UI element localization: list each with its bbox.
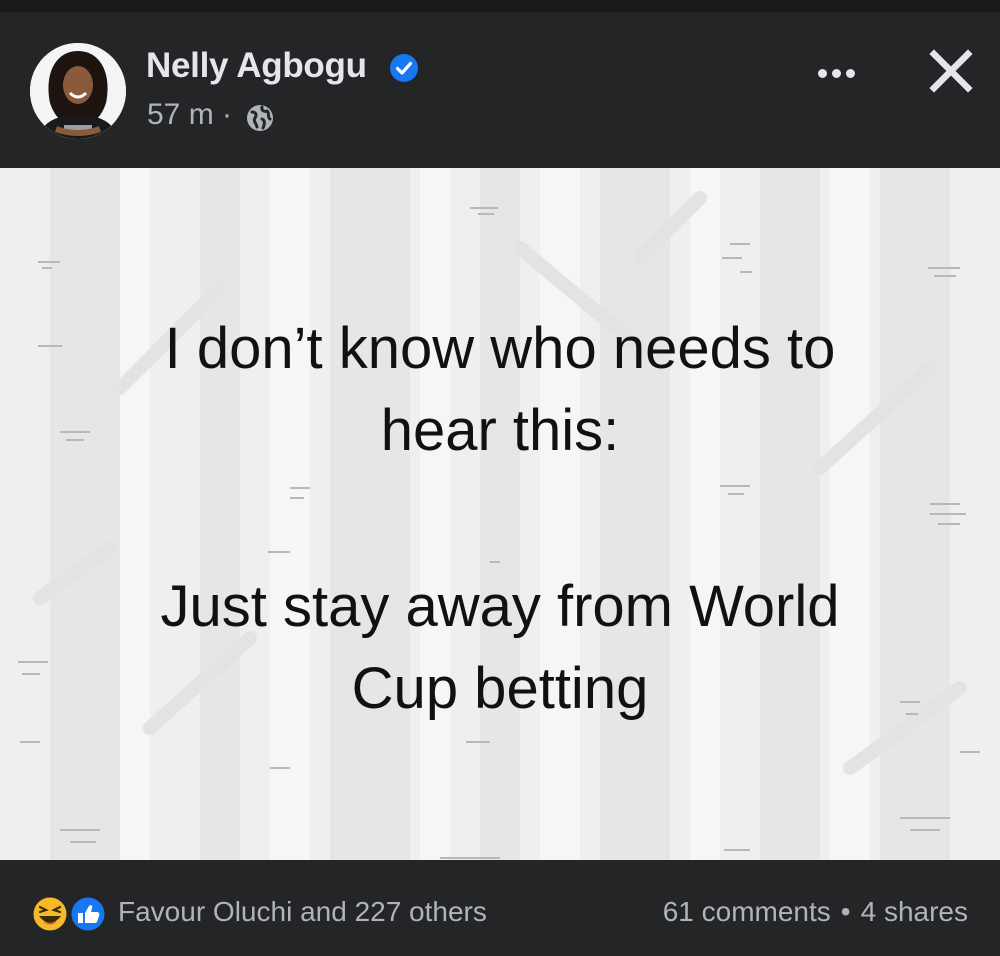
verified-badge-icon (390, 54, 418, 82)
avatar[interactable] (30, 43, 126, 139)
shares-count[interactable]: 4 shares (861, 896, 968, 927)
author-name[interactable]: Nelly Agbogu (146, 46, 367, 86)
post-footer: Favour Oluchi and 227 others 61 comments… (0, 860, 1000, 956)
post-text-body: Just stay away from World Cup betting (0, 566, 1000, 730)
post-text-line-4: Cup betting (351, 656, 649, 721)
close-icon[interactable] (925, 45, 977, 97)
comments-count[interactable]: 61 comments (663, 896, 831, 927)
globe-icon (247, 105, 273, 131)
post-header: Nelly Agbogu 57 m · (0, 12, 1000, 168)
post-text-heading: I don’t know who needs to hear this: (0, 308, 1000, 472)
like-reaction-icon (68, 894, 108, 934)
post-text-line-3: Just stay away from World (160, 574, 840, 639)
post-text-line-2: hear this: (380, 398, 620, 463)
haha-reaction-icon (30, 894, 70, 934)
post-text-line-1: I don’t know who needs to (164, 316, 836, 381)
meta-separator: · (222, 98, 233, 131)
post-time[interactable]: 57 m (147, 98, 214, 131)
status-strip (0, 0, 1000, 12)
forest-background (0, 168, 1000, 860)
stats-separator: • (840, 896, 851, 927)
reaction-icons[interactable] (28, 894, 110, 934)
engagement-stats: 61 comments • 4 shares (663, 896, 968, 928)
post-meta: 57 m · (147, 98, 232, 132)
post-image[interactable]: I don’t know who needs to hear this: Jus… (0, 168, 1000, 860)
more-options-icon[interactable] (810, 55, 862, 91)
reaction-summary[interactable]: Favour Oluchi and 227 others (118, 896, 487, 928)
